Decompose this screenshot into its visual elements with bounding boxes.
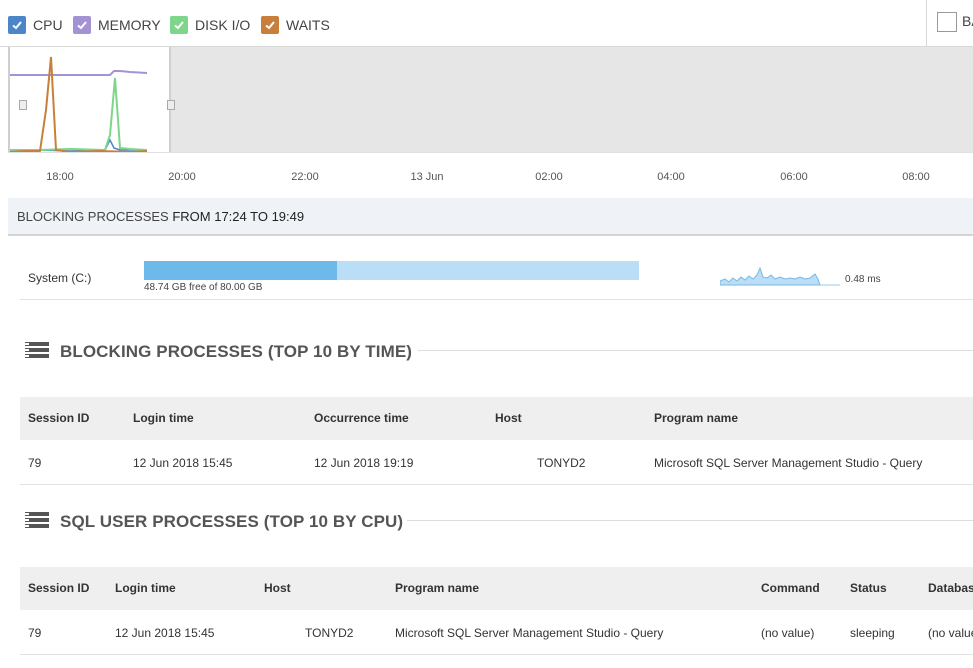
column-header[interactable]: Login time (133, 411, 194, 425)
timeline-axis (8, 152, 973, 161)
column-header[interactable]: Host (264, 581, 291, 595)
cell-command: (no value) (761, 626, 815, 640)
checkbox-checked-icon[interactable] (261, 16, 279, 34)
disk-name: System (C:) (28, 271, 92, 285)
column-header[interactable]: Occurrence time (314, 411, 409, 425)
disk-free-text: 48.74 GB free of 80.00 GB (144, 282, 263, 293)
blocking-header-prefix: BLOCKING PROCESSES (17, 209, 169, 224)
section-divider (418, 350, 973, 351)
selection-left-handle[interactable] (19, 100, 27, 110)
column-header[interactable]: Host (495, 411, 522, 425)
cell-program-name: Microsoft SQL Server Management Studio -… (395, 626, 664, 640)
column-header[interactable]: Login time (115, 581, 176, 595)
legend-item-waits[interactable]: WAITS (261, 15, 330, 35)
axis-tick-label: 02:00 (535, 171, 563, 183)
legend-label: DISK I/O (195, 17, 251, 33)
cell-occurrence-time: 12 Jun 2018 19:19 (314, 456, 414, 470)
legend-item-disk-io[interactable]: DISK I/O (170, 15, 250, 35)
column-header[interactable]: Database (928, 581, 973, 595)
blocking-table-header: Session ID Login time Occurrence time Ho… (20, 397, 973, 440)
cell-login-time: 12 Jun 2018 15:45 (133, 456, 233, 470)
baseline-label: BA (962, 13, 973, 29)
blocking-header-range: FROM 17:24 TO 19:49 (172, 209, 305, 224)
legend-item-cpu[interactable]: CPU (8, 15, 63, 35)
column-header[interactable]: Program name (395, 581, 479, 595)
axis-tick-label: 06:00 (780, 171, 808, 183)
axis-tick-label: 04:00 (657, 171, 685, 183)
selection-right-handle[interactable] (167, 100, 175, 110)
section-list-icon (25, 512, 49, 530)
section-title-sql-user: SQL USER PROCESSES (TOP 10 BY CPU) (60, 512, 404, 531)
baseline-toggle[interactable]: BA (926, 0, 973, 47)
checkbox-unchecked-icon[interactable] (937, 12, 957, 32)
axis-tick-label: 18:00 (46, 171, 74, 183)
sql-table-header: Session ID Login time Host Program name … (20, 567, 973, 610)
cell-session-id: 79 (28, 626, 42, 640)
legend-label: WAITS (286, 17, 330, 33)
mini-sparkline-chart (10, 56, 148, 154)
section-list-icon (25, 342, 49, 360)
disk-usage-bar-fill (144, 261, 338, 280)
cell-host: TONYD2 (305, 626, 354, 640)
column-header[interactable]: Session ID (28, 581, 89, 595)
checkbox-checked-icon[interactable] (170, 16, 188, 34)
blocking-range-header: BLOCKING PROCESSES FROM 17:24 TO 19:49 (8, 198, 973, 236)
disk-latency-sparkline (720, 266, 840, 286)
cell-database: (no value) (928, 626, 973, 640)
legend-bar: CPU MEMORY DISK I/O WAITS (0, 0, 926, 47)
axis-tick-label: 20:00 (168, 171, 196, 183)
disk-latency-value: 0.48 ms (845, 274, 881, 285)
section-divider (407, 520, 973, 521)
section-title-blocking: BLOCKING PROCESSES (TOP 10 BY TIME) (60, 342, 413, 361)
column-header[interactable]: Session ID (28, 411, 89, 425)
column-header[interactable]: Status (850, 581, 887, 595)
table-row[interactable]: 79 12 Jun 2018 15:45 TONYD2 Microsoft SQ… (20, 610, 973, 655)
axis-tick-label: 13 Jun (410, 171, 444, 183)
cell-session-id: 79 (28, 456, 42, 470)
column-header[interactable]: Program name (654, 411, 738, 425)
axis-tick-label: 08:00 (902, 171, 930, 183)
checkbox-checked-icon[interactable] (8, 16, 26, 34)
axis-tick-label: 22:00 (291, 171, 319, 183)
legend-item-memory[interactable]: MEMORY (73, 15, 161, 35)
cell-login-time: 12 Jun 2018 15:45 (115, 626, 215, 640)
cell-program-name: Microsoft SQL Server Management Studio -… (654, 456, 923, 470)
checkbox-checked-icon[interactable] (73, 16, 91, 34)
cell-status: sleeping (850, 626, 895, 640)
cell-host: TONYD2 (537, 456, 586, 470)
legend-label: CPU (33, 17, 63, 33)
table-row[interactable]: 79 12 Jun 2018 15:45 12 Jun 2018 19:19 T… (20, 440, 973, 485)
legend-label: MEMORY (98, 17, 161, 33)
column-header[interactable]: Command (761, 581, 820, 595)
